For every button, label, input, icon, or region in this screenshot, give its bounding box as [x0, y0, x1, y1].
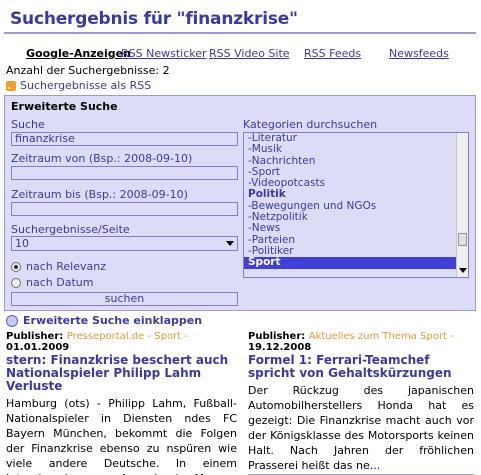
result-title[interactable]: Formel 1: Ferrari-Teamchef spricht von G…: [248, 354, 474, 380]
scrollbar-thumb[interactable]: [458, 233, 467, 246]
chevron-down-icon: [226, 241, 234, 246]
per-page-select[interactable]: 10: [11, 236, 238, 251]
advanced-search-panel: Erweiterte Suche Suche finanzkrise Zeitr…: [4, 95, 476, 311]
result-source[interactable]: Aktuelles zum Thema Sport -: [309, 331, 454, 342]
advanced-search-title: Erweiterte Suche: [11, 100, 118, 113]
rss-link[interactable]: Suchergebnisse als RSS: [6, 79, 151, 92]
categories-listbox[interactable]: -Literatur -Musik -Nachrichten -Sport -V…: [243, 132, 469, 278]
result-snippet: Der Rückzug des japanischen Automobilher…: [248, 384, 474, 472]
result-date: 01.01.2009: [6, 342, 70, 353]
page-title: Suchergebnis für "finanzkrise": [10, 9, 298, 29]
search-input[interactable]: finanzkrise: [11, 132, 238, 146]
categories-scrollbar[interactable]: [456, 133, 468, 277]
date-to-input[interactable]: [11, 202, 238, 216]
category-option-selected[interactable]: Sport: [244, 256, 456, 269]
publisher-label: Publisher:: [6, 331, 64, 342]
date-to-label: Zeitraum bis (Bsp.: 2008-09-10): [11, 188, 188, 201]
per-page-value: 10: [15, 237, 29, 250]
tab-newsfeeds[interactable]: Newsfeeds: [389, 47, 449, 60]
date-from-label: Zeitraum von (Bsp.: 2008-09-10): [11, 152, 193, 165]
collapse-search-label: Erweiterte Suche einklappen: [23, 314, 203, 327]
category-option[interactable]: -News: [244, 223, 456, 235]
rss-icon: [6, 80, 16, 91]
query-label: Suche: [11, 118, 45, 131]
sort-relevance-radio[interactable]: nach Relevanz: [11, 260, 106, 273]
result-item: Publisher: Presseportal.de - Sport - 01.…: [6, 331, 237, 475]
result-title[interactable]: stern: Finanzkrise beschert auch Nationa…: [6, 354, 237, 393]
tab-rss-video-site[interactable]: RSS Video Site: [209, 47, 290, 60]
rss-link-label: Suchergebnisse als RSS: [20, 79, 152, 92]
radio-checked-icon: [11, 261, 21, 272]
tab-rss-newsticker[interactable]: RSS Newsticker: [121, 47, 207, 60]
result-meta: Publisher: Presseportal.de - Sport - 01.…: [6, 331, 237, 353]
page-header: Suchergebnis für "finanzkrise": [4, 4, 476, 34]
per-page-label: Suchergebnisse/Seite: [11, 223, 130, 236]
scroll-down-arrow-icon[interactable]: [459, 268, 467, 273]
tab-google-anzeigen[interactable]: Google-Anzeigen: [26, 47, 131, 60]
result-meta: Publisher: Aktuelles zum Thema Sport - 1…: [248, 331, 474, 353]
tab-rss-feeds[interactable]: RSS Feeds: [304, 47, 361, 60]
sort-relevance-label: nach Relevanz: [26, 260, 106, 273]
category-option[interactable]: -Musik: [244, 143, 456, 155]
result-item: Publisher: Aktuelles zum Thema Sport - 1…: [248, 331, 474, 475]
result-date: 19.12.2008: [248, 342, 312, 353]
result-snippet: Hamburg (ots) - Philipp Lahm, Fußball-Na…: [6, 397, 237, 475]
sort-date-label: nach Datum: [26, 276, 94, 289]
search-submit-button[interactable]: suchen: [11, 292, 238, 306]
radio-unchecked-icon: [11, 277, 21, 288]
date-from-input[interactable]: [11, 166, 238, 180]
sort-date-radio[interactable]: nach Datum: [11, 276, 93, 289]
publisher-label: Publisher:: [248, 331, 306, 342]
categories-label: Kategorien durchsuchen: [243, 118, 378, 131]
globe-icon: [6, 314, 18, 327]
collapse-search-link[interactable]: Erweiterte Suche einklappen: [6, 314, 202, 327]
results-count: Anzahl der Suchergebnisse: 2: [6, 64, 170, 77]
result-source[interactable]: Presseportal.de - Sport -: [67, 331, 188, 342]
tab-bar: Google-Anzeigen RSS Newsticker RSS Video…: [0, 47, 481, 61]
